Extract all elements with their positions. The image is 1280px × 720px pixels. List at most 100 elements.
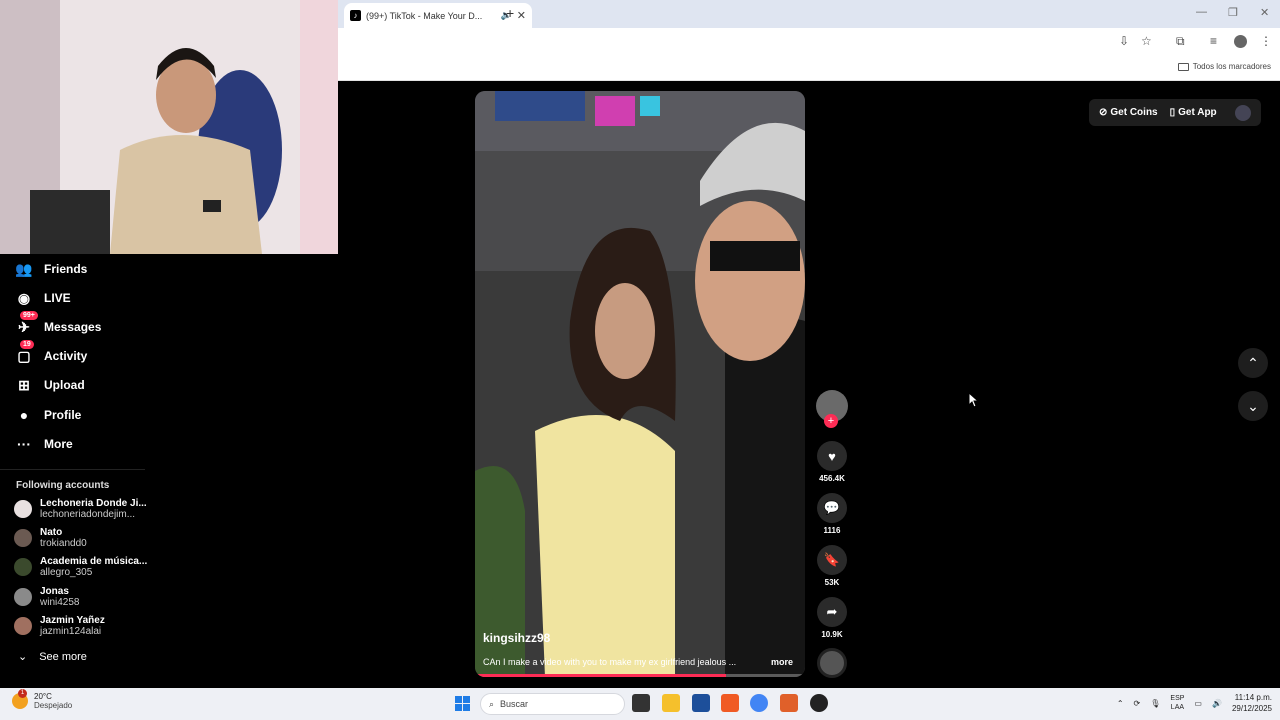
weather-widget[interactable]: 1 20°C Despejado bbox=[12, 689, 73, 710]
messages-badge: 99+ bbox=[20, 311, 38, 320]
account-name: Academia de música... bbox=[40, 556, 148, 567]
windows-taskbar: 1 20°C Despejado ⌕ Buscar ⌃ ⟳ 🎙 ESP LAA … bbox=[0, 688, 1280, 720]
live-icon: ◉ bbox=[17, 289, 31, 306]
previous-video-button[interactable]: ⌃ bbox=[1238, 348, 1268, 378]
avatar bbox=[14, 500, 32, 518]
browser-profile-avatar[interactable] bbox=[1234, 35, 1247, 48]
account-name: Nato bbox=[40, 527, 63, 538]
weather-description: Despejado bbox=[34, 701, 73, 710]
comment-icon[interactable]: 💬 bbox=[817, 493, 847, 523]
store-icon[interactable] bbox=[692, 694, 710, 712]
following-account[interactable]: Nato trokiandd0 bbox=[14, 527, 87, 549]
video-author[interactable]: kingsihzz98 bbox=[483, 631, 550, 645]
account-username: trokiandd0 bbox=[40, 538, 87, 549]
sidebar-item-activity[interactable]: ▢ 19 Activity bbox=[14, 340, 87, 366]
activity-badge: 19 bbox=[20, 340, 34, 349]
clock[interactable]: 11:14 p.m. 29/12/2025 bbox=[1232, 692, 1272, 714]
following-account[interactable]: Lechoneria Donde Ji... lechoneriadondeji… bbox=[14, 498, 147, 520]
file-explorer-icon[interactable] bbox=[662, 694, 680, 712]
get-app-button[interactable]: ▯ Get App bbox=[1170, 107, 1217, 118]
tab-tiktok[interactable]: ♪ (99+) TikTok - Make Your D... 🔈 ✕ bbox=[344, 3, 532, 28]
get-coins-button[interactable]: ⊘ Get Coins bbox=[1099, 107, 1158, 118]
sidebar-item-messages[interactable]: ✈ 99+ Messages bbox=[14, 311, 101, 337]
video-player[interactable]: kingsihzz98 CAn I make a video with you … bbox=[475, 91, 805, 677]
obs-icon[interactable] bbox=[810, 694, 828, 712]
close-tab-icon[interactable]: ✕ bbox=[517, 9, 526, 22]
close-window-button[interactable]: ✕ bbox=[1260, 6, 1269, 19]
mic-icon[interactable]: 🎙 bbox=[1150, 699, 1160, 708]
top-actions: ⊘ Get Coins ▯ Get App bbox=[1089, 99, 1261, 126]
clock-time: 11:14 p.m. bbox=[1234, 693, 1272, 702]
avatar bbox=[14, 558, 32, 576]
mouse-cursor-icon bbox=[968, 392, 980, 408]
clock-date: 29/12/2025 bbox=[1231, 704, 1272, 713]
messages-glyph: ✈ bbox=[18, 318, 30, 335]
sidebar-item-more[interactable]: ··· More bbox=[14, 434, 73, 454]
following-accounts-title: Following accounts bbox=[16, 480, 110, 491]
activity-icon: ▢ 19 bbox=[14, 340, 34, 366]
video-frame-image bbox=[475, 91, 805, 677]
following-account[interactable]: Jonas wini4258 bbox=[14, 586, 79, 608]
share-icon[interactable]: ➦ bbox=[817, 597, 847, 627]
save-count: 53K bbox=[824, 578, 840, 587]
task-view-icon[interactable] bbox=[632, 694, 650, 712]
user-avatar[interactable] bbox=[1234, 104, 1251, 121]
chevron-up-icon: ⌃ bbox=[1247, 354, 1259, 371]
share-count: 10.9K bbox=[821, 630, 843, 639]
sync-icon[interactable]: ⟳ bbox=[1134, 699, 1141, 708]
profile-icon: ● bbox=[19, 407, 29, 423]
new-tab-button[interactable]: + bbox=[506, 5, 514, 21]
app-icon[interactable] bbox=[780, 694, 798, 712]
comment-action[interactable]: 💬 1116 bbox=[816, 493, 848, 535]
sidebar-item-label: Upload bbox=[44, 378, 85, 392]
sidebar-item-upload[interactable]: ⊞ Upload bbox=[14, 375, 85, 395]
caption-more-button[interactable]: more bbox=[771, 657, 793, 667]
chrome-icon[interactable] bbox=[750, 694, 768, 712]
start-button[interactable] bbox=[455, 696, 470, 711]
extensions-icon[interactable]: ⧉ bbox=[1176, 34, 1185, 49]
account-name: Lechoneria Donde Ji... bbox=[40, 498, 147, 509]
chevron-up-icon[interactable]: ⌃ bbox=[1117, 699, 1124, 708]
chevron-down-icon: ⌄ bbox=[18, 651, 28, 663]
following-account[interactable]: Jazmin Yañez jazmin124alai bbox=[14, 615, 105, 637]
network-icon[interactable]: ▭ bbox=[1194, 699, 1202, 708]
language-indicator[interactable]: ESP LAA bbox=[1170, 694, 1184, 712]
sidebar-item-live[interactable]: ◉ LIVE bbox=[14, 288, 71, 308]
video-progress-bar[interactable] bbox=[475, 674, 805, 677]
next-video-button[interactable]: ⌄ bbox=[1238, 391, 1268, 421]
minimize-button[interactable]: — bbox=[1196, 6, 1207, 18]
get-app-label: Get App bbox=[1178, 107, 1217, 118]
bookmark-icon[interactable]: 🔖 bbox=[817, 545, 847, 575]
sidebar-item-profile[interactable]: ● Profile bbox=[14, 405, 82, 425]
bookmarks-bar bbox=[338, 56, 1280, 81]
language-layout: LAA bbox=[1170, 704, 1185, 711]
share-action[interactable]: ➦ 10.9K bbox=[816, 597, 848, 639]
following-account[interactable]: Academia de música... allegro_305 bbox=[14, 556, 147, 578]
save-action[interactable]: 🔖 53K bbox=[816, 545, 848, 587]
messages-icon: ✈ 99+ bbox=[14, 311, 38, 337]
browser-toolbar bbox=[338, 28, 1280, 56]
upload-icon: ⊞ bbox=[18, 376, 30, 393]
account-username: jazmin124alai bbox=[40, 626, 102, 637]
install-icon[interactable]: ⇩ bbox=[1119, 34, 1129, 48]
account-name: Jonas bbox=[40, 586, 69, 597]
brave-icon[interactable] bbox=[721, 694, 739, 712]
sidebar-item-friends[interactable]: 👥 Friends bbox=[14, 259, 87, 279]
video-caption: CAn I make a video with you to make my e… bbox=[483, 657, 737, 667]
all-bookmarks-button[interactable]: Todos los marcadores bbox=[1177, 62, 1271, 71]
maximize-button[interactable]: ❐ bbox=[1228, 6, 1238, 19]
see-more-button[interactable]: ⌄ See more bbox=[18, 650, 87, 664]
heart-icon[interactable]: ♥ bbox=[817, 441, 847, 471]
volume-icon[interactable]: 🔊 bbox=[1212, 699, 1222, 708]
browser-chrome: ♪ (99+) TikTok - Make Your D... 🔈 ✕ + — … bbox=[338, 0, 1280, 81]
music-disc-icon[interactable] bbox=[817, 648, 847, 678]
video-progress-fill bbox=[475, 674, 726, 677]
browser-menu-icon[interactable]: ⋮ bbox=[1260, 34, 1272, 48]
tiktok-favicon-icon: ♪ bbox=[350, 10, 361, 21]
media-icon[interactable]: ≡ bbox=[1210, 34, 1217, 48]
taskbar-search[interactable]: ⌕ Buscar bbox=[480, 693, 625, 715]
follow-plus-icon[interactable]: + bbox=[824, 414, 838, 428]
star-icon[interactable]: ☆ bbox=[1141, 34, 1152, 48]
like-action[interactable]: ♥ 456.4K bbox=[816, 441, 848, 483]
avatar bbox=[14, 617, 32, 635]
